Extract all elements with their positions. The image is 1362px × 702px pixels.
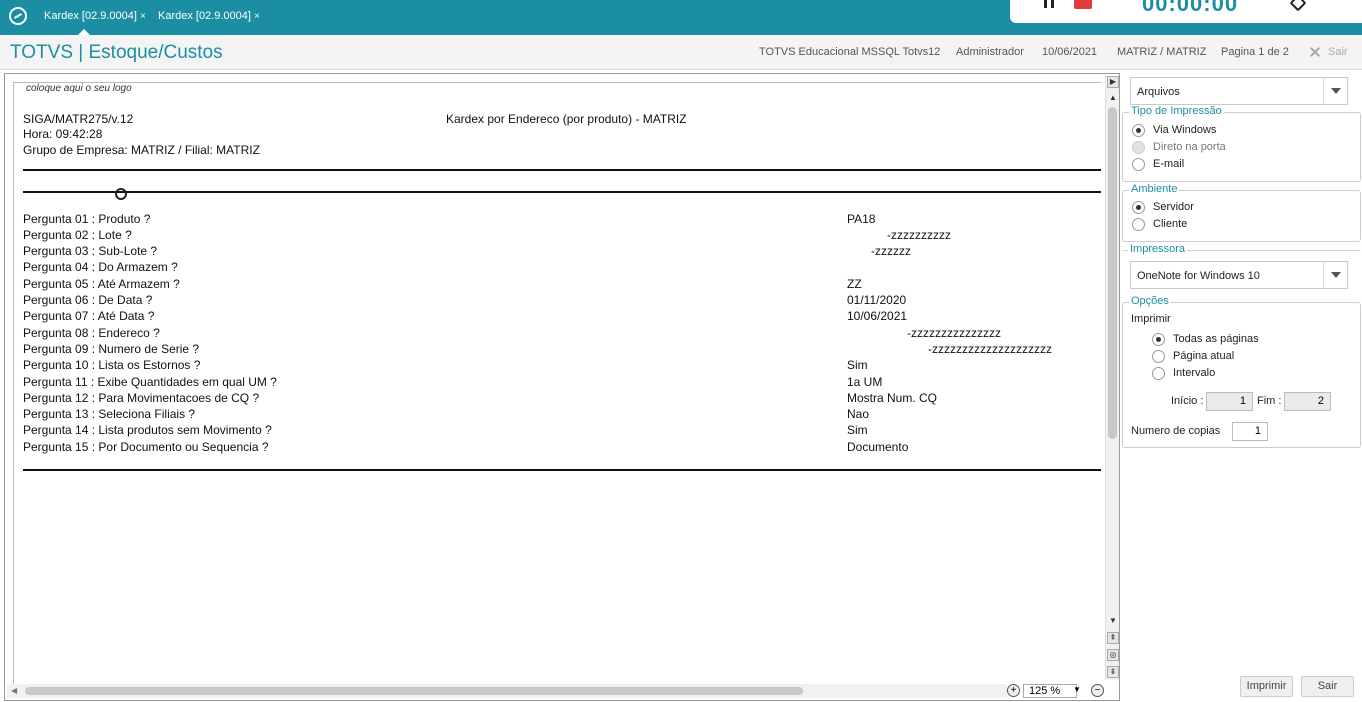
print-label: Imprimir (1131, 313, 1171, 325)
recorder-timer: 00:00:00 (1142, 0, 1239, 16)
chevron-down-icon[interactable] (1323, 262, 1347, 288)
copies-label: Numero de copias (1131, 425, 1221, 437)
report-page: coloque aqui o seu logo SIGA/MATR275/v.1… (13, 82, 1101, 694)
app-header: TOTVS | Estoque/Custos TOTVS Educacional… (0, 35, 1362, 70)
user-label: Administrador (956, 46, 1024, 58)
copies-input[interactable]: 1 (1232, 422, 1268, 441)
param-row: Pergunta 11 : Exibe Quantidades em qual … (23, 375, 883, 389)
page-indicator: Pagina 1 de 2 (1221, 46, 1289, 58)
param-row: Pergunta 03 : Sub-Lote ? -zzzzzz (23, 244, 911, 258)
scroll-thumb[interactable] (1108, 107, 1117, 439)
page-up-icon[interactable]: ⇞ (1107, 632, 1119, 644)
output-type-select[interactable]: Arquivos (1130, 77, 1348, 105)
param-row: Pergunta 14 : Lista produtos sem Movimen… (23, 423, 868, 437)
tab-label: Kardex [02.9.0004] (158, 10, 251, 22)
totvs-logo-icon[interactable] (9, 7, 27, 25)
zoom-control: + 125 % ▼ − (1007, 684, 1119, 698)
param-row: Pergunta 02 : Lote ? -zzzzzzzzzz (23, 228, 951, 242)
start-label: Início : (1171, 395, 1204, 407)
chevron-down-icon[interactable]: ▼ (1073, 685, 1081, 694)
vertical-scrollbar[interactable]: ▶ ▲ ▼ ⇞ ◎ ⇟ (1105, 76, 1119, 680)
report-group: Grupo de Empresa: MATRIZ / Filial: MATRI… (23, 143, 260, 157)
pencil-icon[interactable] (1289, 0, 1307, 12)
param-row: Pergunta 06 : De Data ? 01/11/2020 (23, 293, 907, 307)
page-center-icon[interactable]: ◎ (1107, 649, 1119, 661)
report-divider (23, 191, 1101, 193)
tab-label: Kardex [02.9.0004] (44, 10, 137, 22)
param-row: Pergunta 01 : Produto ? PA18 (23, 212, 876, 226)
param-row: Pergunta 12 : Para Movimentacoes de CQ ?… (23, 391, 938, 405)
exit-button[interactable]: Sair (1301, 676, 1354, 697)
stop-icon[interactable] (1074, 0, 1092, 9)
top-tab-bar: Kardex [02.9.0004] × Kardex [02.9.0004] × … (0, 0, 1362, 35)
report-preview: coloque aqui o seu logo SIGA/MATR275/v.1… (4, 73, 1120, 701)
printer-select[interactable]: OneNote for Windows 10 (1130, 261, 1348, 289)
tab-kardex-1[interactable]: Kardex [02.9.0004] × (38, 0, 150, 35)
report-program: SIGA/MATR275/v.12 (23, 112, 134, 126)
report-time: Hora: 09:42:28 (23, 127, 103, 141)
page-title: TOTVS | Estoque/Custos (10, 42, 223, 63)
zoom-select[interactable]: 125 % (1023, 684, 1077, 698)
scroll-down-icon[interactable]: ▼ (1107, 616, 1119, 628)
scroll-up-icon[interactable]: ▲ (1107, 93, 1119, 105)
branch-label: MATRIZ / MATRIZ (1117, 46, 1207, 58)
start-page-input[interactable]: 1 (1206, 392, 1253, 411)
horizontal-scrollbar[interactable]: ◀ (7, 684, 1007, 698)
param-row: Pergunta 09 : Numero de Serie ? -zzzzzzzz… (23, 342, 1052, 356)
report-title: Kardex por Endereco (por produto) - MATR… (446, 112, 687, 126)
close-icon[interactable] (1310, 47, 1320, 57)
date-label: 10/06/2021 (1042, 46, 1098, 58)
pause-icon[interactable] (1044, 0, 1054, 8)
report-divider (23, 169, 1101, 171)
report-logo-placeholder: coloque aqui o seu logo (26, 83, 132, 94)
end-label: Fim : (1257, 395, 1282, 407)
group-title: Ambiente (1129, 183, 1180, 195)
scroll-thumb[interactable] (25, 687, 803, 695)
group-title: Impressora (1128, 243, 1188, 255)
group-title: Opções (1129, 295, 1171, 307)
mouse-cursor-icon (115, 188, 127, 200)
param-row: Pergunta 13 : Seleciona Filiais ? Nao (23, 407, 870, 421)
param-row: Pergunta 10 : Lista os Estornos ? Sim (23, 358, 868, 372)
zoom-in-icon[interactable]: + (1007, 684, 1020, 697)
print-button[interactable]: Imprimir (1240, 676, 1293, 697)
report-divider (23, 469, 1101, 471)
param-row: Pergunta 07 : Até Data ? 10/06/2021 (23, 309, 908, 323)
param-row: Pergunta 08 : Endereco ? -zzzzzzzzzzzzzzz (23, 326, 1001, 340)
print-type-group: Tipo de Impressão Via Windows Direto na … (1122, 105, 1361, 182)
group-title: Tipo de Impressão (1129, 105, 1224, 117)
param-row: Pergunta 15 : Por Documento ou Sequencia… (23, 440, 909, 454)
end-page-input[interactable]: 2 (1284, 392, 1331, 411)
tab-close-icon[interactable]: × (140, 11, 146, 22)
tab-kardex-2[interactable]: Kardex [02.9.0004] × (152, 0, 264, 35)
zoom-out-icon[interactable]: − (1091, 684, 1104, 697)
exit-link[interactable]: Sair (1328, 46, 1348, 58)
page-down-icon[interactable]: ⇟ (1107, 666, 1119, 678)
environment-label: TOTVS Educacional MSSQL Totvs12 (759, 46, 941, 58)
param-row: Pergunta 05 : Até Armazem ? ZZ (23, 277, 862, 291)
scroll-right-icon[interactable]: ▶ (1107, 76, 1119, 88)
environment-group: Ambiente Servidor Cliente (1122, 183, 1361, 242)
chevron-down-icon[interactable] (1323, 78, 1347, 104)
tab-close-icon[interactable]: × (254, 11, 260, 22)
options-group: Opções Imprimir Todas as páginas Página … (1122, 295, 1361, 448)
screen-recorder-bar: 00:00:00 (1010, 0, 1362, 23)
scroll-left-icon[interactable]: ◀ (11, 686, 17, 695)
param-row: Pergunta 04 : Do Armazem ? (23, 260, 178, 274)
